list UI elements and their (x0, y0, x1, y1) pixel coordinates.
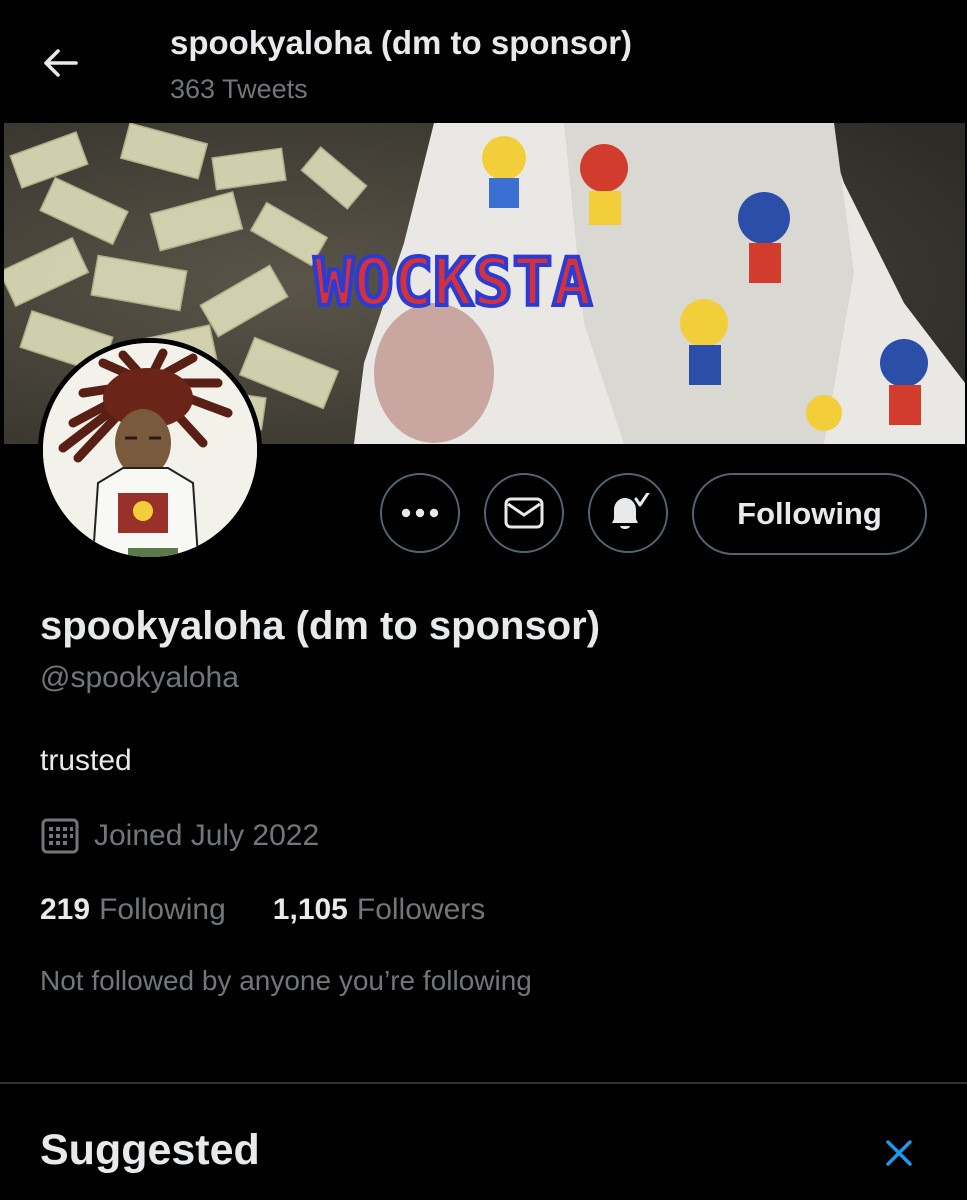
banner-overlay-text: WOCKSTA (314, 244, 592, 321)
followers-stat[interactable]: 1,105 Followers (273, 893, 485, 927)
mutuals-note: Not followed by anyone you’re following (40, 965, 532, 996)
more-button[interactable] (380, 473, 460, 553)
profile-stats: 219 Following 1,105 Followers (40, 893, 485, 927)
avatar[interactable] (38, 338, 262, 562)
joined-text: Joined July 2022 (94, 819, 320, 852)
followers-count: 1,105 (272, 893, 348, 926)
tweet-count: 363 Tweets (170, 74, 308, 104)
top-bar: spookyaloha (dm to sponsor) 363 Tweets (0, 0, 967, 122)
profile-name: spookyaloha (dm to sponsor) (40, 604, 601, 648)
bell-check-icon (612, 493, 650, 529)
envelope-icon (504, 497, 544, 529)
joined-date: Joined July 2022 (40, 815, 319, 857)
followers-label: Followers (356, 893, 486, 926)
close-icon (886, 1140, 912, 1166)
avatar-image (43, 343, 257, 557)
notifications-button[interactable] (588, 473, 668, 553)
arrow-left-icon (44, 49, 78, 77)
following-count: 219 (40, 893, 91, 926)
message-button[interactable] (484, 473, 564, 553)
profile-bio: trusted (40, 744, 132, 777)
back-button[interactable] (38, 40, 84, 86)
following-stat[interactable]: 219 Following (40, 893, 226, 927)
profile-handle: @spookyaloha (40, 661, 239, 694)
suggested-title: Suggested (40, 1126, 260, 1174)
dismiss-suggested-button[interactable] (880, 1134, 918, 1172)
more-dots-icon (401, 508, 439, 518)
header-title: spookyaloha (dm to sponsor) (170, 24, 633, 61)
following-button[interactable]: Following (692, 473, 927, 555)
following-label: Following (99, 893, 226, 926)
calendar-icon (41, 818, 79, 854)
section-divider (0, 1082, 967, 1084)
